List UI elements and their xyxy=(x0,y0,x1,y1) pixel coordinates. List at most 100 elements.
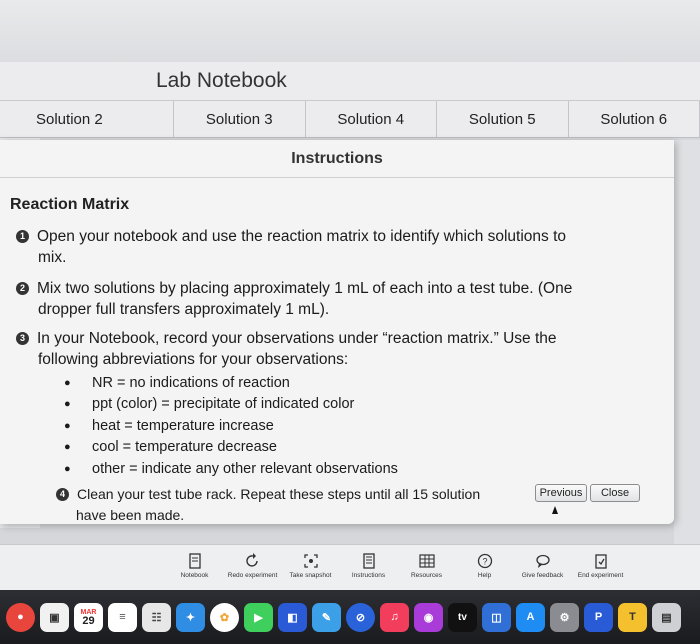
tab-label: Solution 5 xyxy=(468,110,536,128)
messages-icon[interactable]: ◧ xyxy=(278,602,307,632)
step-text-continued: mix. xyxy=(38,249,67,266)
take-snapshot-button[interactable]: Take snapshot xyxy=(282,545,340,580)
podcasts-icon[interactable]: ◉ xyxy=(414,602,443,632)
notebook-header: Lab Notebook xyxy=(0,62,700,100)
instructions-button[interactable]: Instructions xyxy=(340,545,398,580)
step-text: Mix two solutions by placing approximate… xyxy=(37,280,573,297)
books-icon[interactable]: ◫ xyxy=(482,602,511,632)
bottom-toolbar: Notebook Redo experiment Take snapshot I… xyxy=(0,544,700,590)
tab-label: Solution 3 xyxy=(205,110,273,128)
snapshot-icon xyxy=(303,554,318,568)
instructions-icon xyxy=(362,553,375,569)
toolbar-label: Give feedback xyxy=(521,572,564,579)
close-button-label: Close xyxy=(600,487,630,499)
notebook-icon xyxy=(188,553,201,569)
dialog-title: Instructions xyxy=(0,140,674,178)
step-text: In your Notebook, record your observatio… xyxy=(37,330,557,347)
previous-button-label: Previous xyxy=(539,487,583,499)
toolbar-label: Notebook xyxy=(180,572,209,579)
help-icon: ? xyxy=(477,553,492,569)
step-number-badge: 3 xyxy=(16,332,29,345)
list-item: ● ppt (color) = precipitate of indicated … xyxy=(64,396,355,413)
tab-label: Solution 2 xyxy=(36,110,103,128)
system-preferences-icon[interactable]: ⚙ xyxy=(550,602,579,632)
tab-label: Solution 4 xyxy=(337,110,405,128)
keynote-icon[interactable]: P xyxy=(584,602,613,632)
photos-icon[interactable]: ✿ xyxy=(210,602,239,632)
list-item-text: heat = temperature increase xyxy=(92,417,274,434)
calendar-day: 29 xyxy=(82,615,95,627)
resources-icon xyxy=(418,554,435,568)
previous-button[interactable]: Previous xyxy=(535,484,587,502)
list-item: ● NR = no indications of reaction xyxy=(64,374,290,391)
step-number-badge: 4 xyxy=(56,488,69,501)
end-experiment-icon xyxy=(594,554,607,569)
tab-solution-2[interactable]: Solution 2 xyxy=(0,101,175,137)
section-heading: Reaction Matrix xyxy=(10,196,130,213)
list-item-text: other = indicate any other relevant obse… xyxy=(92,460,398,477)
instruction-step-2: 2 Mix two solutions by placing approximat… xyxy=(16,278,666,320)
step-text-continued: following abbreviations for your observa… xyxy=(38,351,349,368)
list-item: ● heat = temperature increase xyxy=(64,417,274,434)
finder-window-icon[interactable]: ▤ xyxy=(652,602,681,632)
chrome-icon[interactable]: ● xyxy=(6,602,35,632)
toolbar-label: Help xyxy=(477,572,492,579)
tab-solution-4[interactable]: Solution 4 xyxy=(305,101,438,137)
reminders-icon[interactable]: ☷ xyxy=(142,602,171,632)
step-text-continued: dropper full transfers approximately 1 m… xyxy=(38,301,330,318)
dialog-title-text: Instructions xyxy=(291,149,383,167)
music-icon[interactable]: ♫ xyxy=(380,602,409,632)
list-item: ● other = indicate any other relevant obs… xyxy=(64,460,398,477)
app-store-a-icon[interactable]: A xyxy=(516,602,545,632)
tab-solution-3[interactable]: Solution 3 xyxy=(174,101,306,137)
tab-solution-6[interactable]: Solution 6 xyxy=(568,101,700,137)
toolbar-label: End experiment xyxy=(577,572,624,579)
tv-label: tv xyxy=(458,611,467,623)
close-button[interactable]: Close xyxy=(590,484,640,502)
utility-icon[interactable]: T xyxy=(618,602,647,632)
redo-icon xyxy=(245,553,258,567)
solution-tabs: Solution 2 Solution 3 Solution 4 Solutio… xyxy=(0,100,700,138)
mouse-cursor xyxy=(552,506,558,514)
calendar-icon[interactable]: MAR 29 xyxy=(74,602,103,632)
app-title: Lab Notebook xyxy=(156,69,287,92)
toolbar-label: Take snapshot xyxy=(289,572,332,579)
notes-icon[interactable]: ≡ xyxy=(108,602,137,632)
notebook-button[interactable]: Notebook xyxy=(166,545,224,580)
step-number-badge: 1 xyxy=(16,230,29,243)
list-item: ● cool = temperature decrease xyxy=(64,439,277,456)
facetime-icon[interactable]: ▶ xyxy=(244,602,273,632)
redo-experiment-button[interactable]: Redo experiment xyxy=(224,545,282,580)
feedback-icon xyxy=(535,554,550,568)
instruction-step-1: 1 Open your notebook and use the reaction… xyxy=(16,226,666,268)
svg-text:?: ? xyxy=(482,557,487,567)
step-number-badge: 2 xyxy=(16,282,29,295)
step-text-continued: have been made. xyxy=(76,507,185,523)
observation-abbreviations-list: ● NR = no indications of reaction ● ppt (c… xyxy=(64,372,584,480)
window-top-bezel xyxy=(0,0,700,62)
toolbar-label: Instructions xyxy=(351,572,386,579)
step-text: Clean your test tube rack. Repeat these … xyxy=(77,486,481,502)
macos-dock: ● ▣ MAR 29 ≡ ☷ ✦ ✿ ▶ ◧ ✎ ⊘ ♫ ◉ tv ◫ A ⚙ … xyxy=(0,590,700,644)
step-text: Open your notebook and use the reaction … xyxy=(37,228,567,245)
pages-icon[interactable]: ✎ xyxy=(312,602,341,632)
instruction-step-3: 3 In your Notebook, record your observati… xyxy=(16,328,666,370)
end-experiment-button[interactable]: End experiment xyxy=(572,545,630,580)
instruction-step-4: 4 Clean your test tube rack. Repeat these… xyxy=(18,484,538,526)
list-item-text: NR = no indications of reaction xyxy=(92,374,290,391)
resources-button[interactable]: Resources xyxy=(398,545,456,580)
preview-icon[interactable]: ▣ xyxy=(40,602,69,632)
give-feedback-button[interactable]: Give feedback xyxy=(514,545,572,580)
tab-solution-5[interactable]: Solution 5 xyxy=(437,101,569,137)
app-store-icon[interactable]: ✦ xyxy=(176,602,205,632)
news-icon[interactable]: ⊘ xyxy=(346,602,375,632)
help-button[interactable]: ? Help xyxy=(456,545,514,580)
list-item-text: ppt (color) = precipitate of indicated c… xyxy=(92,396,355,413)
toolbar-label: Resources xyxy=(410,572,443,579)
background-right-edge xyxy=(674,140,700,544)
tab-label: Solution 6 xyxy=(600,110,668,128)
tv-icon[interactable]: tv xyxy=(448,602,477,632)
list-item-text: cool = temperature decrease xyxy=(92,439,277,456)
toolbar-label: Redo experiment xyxy=(227,572,278,579)
instructions-dialog: Instructions Reaction Matrix 1 Open your … xyxy=(0,140,674,524)
